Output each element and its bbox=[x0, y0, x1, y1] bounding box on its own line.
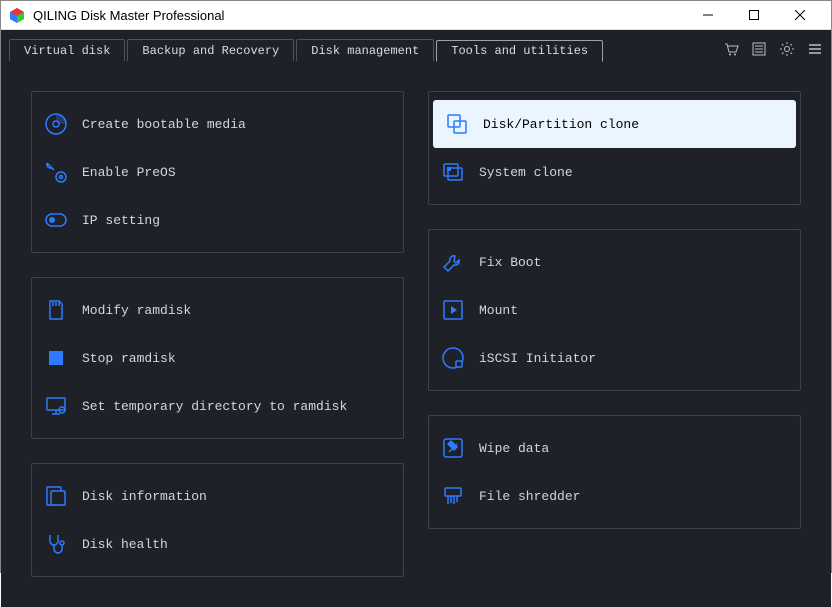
item-label: Wipe data bbox=[479, 441, 549, 456]
item-label: iSCSI Initiator bbox=[479, 351, 596, 366]
wrench-gear-icon bbox=[44, 160, 68, 184]
item-label: Mount bbox=[479, 303, 518, 318]
item-label: Disk health bbox=[82, 537, 168, 552]
menu-icon[interactable] bbox=[807, 41, 823, 61]
titlebar: QILING Disk Master Professional bbox=[1, 1, 831, 30]
item-create-bootable-media[interactable]: Create bootable media bbox=[32, 100, 403, 148]
maximize-button[interactable] bbox=[731, 1, 777, 29]
item-iscsi-initiator[interactable]: iSCSI Initiator bbox=[429, 334, 800, 382]
app-window: QILING Disk Master Professional Virtual … bbox=[0, 0, 832, 573]
content: Create bootable media Enable PreOS IP se… bbox=[1, 61, 831, 607]
tab-label: Tools and utilities bbox=[451, 44, 588, 58]
item-modify-ramdisk[interactable]: Modify ramdisk bbox=[32, 286, 403, 334]
item-label: File shredder bbox=[479, 489, 580, 504]
panel-boot-mount: Fix Boot Mount iSCSI Initiator bbox=[428, 229, 801, 391]
tabbar-icons bbox=[723, 41, 823, 61]
disc-icon bbox=[44, 112, 68, 136]
eraser-icon bbox=[441, 436, 465, 460]
item-disk-health[interactable]: Disk health bbox=[32, 520, 403, 568]
item-label: Disk information bbox=[82, 489, 207, 504]
item-stop-ramdisk[interactable]: Stop ramdisk bbox=[32, 334, 403, 382]
item-system-clone[interactable]: System clone bbox=[429, 148, 800, 196]
ip-icon bbox=[44, 208, 68, 232]
system-clone-icon bbox=[441, 160, 465, 184]
panel-disk-info: Disk information Disk health bbox=[31, 463, 404, 577]
stop-icon bbox=[44, 346, 68, 370]
panel-system-tools: Create bootable media Enable PreOS IP se… bbox=[31, 91, 404, 253]
item-label: Create bootable media bbox=[82, 117, 246, 132]
list-icon[interactable] bbox=[751, 41, 767, 61]
item-enable-preos[interactable]: Enable PreOS bbox=[32, 148, 403, 196]
stethoscope-icon bbox=[44, 532, 68, 556]
right-column: Disk/Partition clone System clone Fix Bo… bbox=[428, 91, 801, 577]
item-label: Stop ramdisk bbox=[82, 351, 176, 366]
tab-tools-utilities[interactable]: Tools and utilities bbox=[436, 40, 603, 62]
tab-label: Backup and Recovery bbox=[142, 44, 279, 58]
panel-clone: Disk/Partition clone System clone bbox=[428, 91, 801, 205]
gear-icon[interactable] bbox=[779, 41, 795, 61]
item-fix-boot[interactable]: Fix Boot bbox=[429, 238, 800, 286]
item-disk-partition-clone[interactable]: Disk/Partition clone bbox=[433, 100, 796, 148]
item-disk-information[interactable]: Disk information bbox=[32, 472, 403, 520]
app-title: QILING Disk Master Professional bbox=[33, 8, 685, 23]
app-body: Virtual disk Backup and Recovery Disk ma… bbox=[1, 30, 831, 607]
app-logo-icon bbox=[9, 7, 25, 23]
tab-virtual-disk[interactable]: Virtual disk bbox=[9, 39, 125, 61]
tab-label: Disk management bbox=[311, 44, 419, 58]
panel-ramdisk: Modify ramdisk Stop ramdisk Set temporar… bbox=[31, 277, 404, 439]
cart-icon[interactable] bbox=[723, 41, 739, 61]
sd-card-icon bbox=[44, 298, 68, 322]
close-button[interactable] bbox=[777, 1, 823, 29]
monitor-gear-icon bbox=[44, 394, 68, 418]
tab-label: Virtual disk bbox=[24, 44, 110, 58]
left-column: Create bootable media Enable PreOS IP se… bbox=[31, 91, 404, 577]
item-label: Disk/Partition clone bbox=[483, 117, 639, 132]
item-label: Fix Boot bbox=[479, 255, 541, 270]
minimize-button[interactable] bbox=[685, 1, 731, 29]
tab-backup-recovery[interactable]: Backup and Recovery bbox=[127, 39, 294, 61]
item-mount[interactable]: Mount bbox=[429, 286, 800, 334]
item-label: Enable PreOS bbox=[82, 165, 176, 180]
play-icon bbox=[441, 298, 465, 322]
item-wipe-data[interactable]: Wipe data bbox=[429, 424, 800, 472]
item-file-shredder[interactable]: File shredder bbox=[429, 472, 800, 520]
item-ip-setting[interactable]: IP setting bbox=[32, 196, 403, 244]
panel-wipe: Wipe data File shredder bbox=[428, 415, 801, 529]
tabbar: Virtual disk Backup and Recovery Disk ma… bbox=[1, 35, 831, 61]
item-label: Modify ramdisk bbox=[82, 303, 191, 318]
tab-disk-management[interactable]: Disk management bbox=[296, 39, 434, 61]
item-label: IP setting bbox=[82, 213, 160, 228]
disk-info-icon bbox=[44, 484, 68, 508]
wrench-icon bbox=[441, 250, 465, 274]
item-label: Set temporary directory to ramdisk bbox=[82, 399, 347, 414]
iscsi-icon bbox=[441, 346, 465, 370]
item-label: System clone bbox=[479, 165, 573, 180]
item-set-tempdir-ramdisk[interactable]: Set temporary directory to ramdisk bbox=[32, 382, 403, 430]
shredder-icon bbox=[441, 484, 465, 508]
clone-icon bbox=[445, 112, 469, 136]
